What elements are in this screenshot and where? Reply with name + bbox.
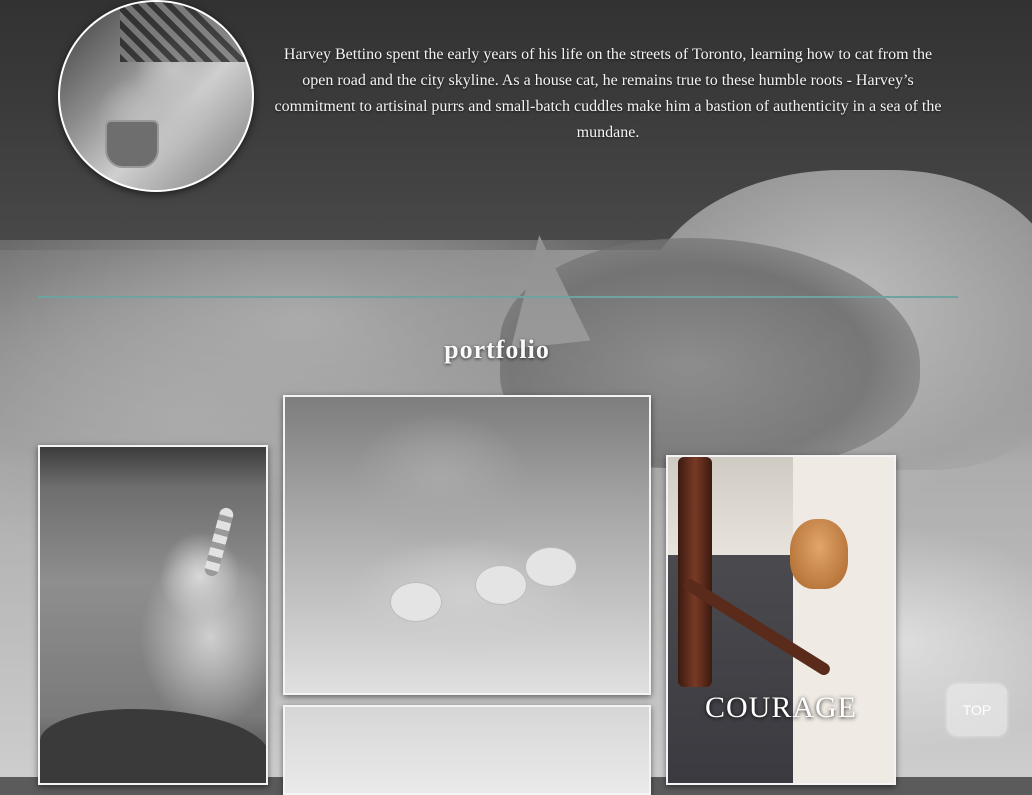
portfolio-item-4[interactable]: COURAGE [666, 455, 896, 785]
portfolio-item-3[interactable] [283, 705, 651, 795]
section-divider [38, 296, 958, 298]
portfolio-item-2[interactable] [283, 395, 651, 695]
portfolio-heading: portfolio [444, 335, 550, 364]
portfolio-caption: COURAGE [704, 691, 857, 724]
profile-avatar [58, 0, 254, 192]
bio-text: Harvey Bettino spent the early years of … [274, 46, 942, 141]
scroll-top-button[interactable]: TOP [947, 684, 1007, 736]
portfolio-item-1[interactable] [38, 445, 268, 785]
